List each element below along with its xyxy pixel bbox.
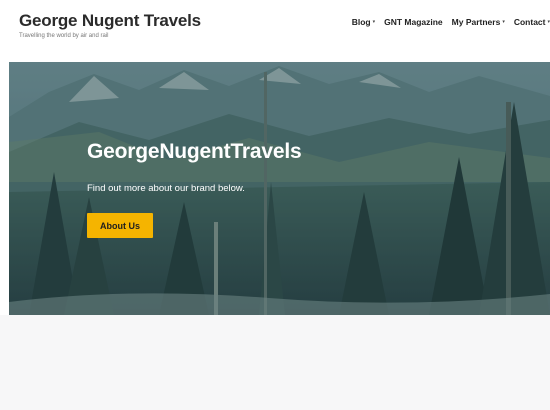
main-nav: Blog ▾ GNT Magazine My Partners ▾ Contac… [352, 17, 550, 27]
hero-subtitle: Find out more about our brand below. [87, 183, 245, 194]
chevron-down-icon: ▾ [502, 19, 505, 25]
content-area [0, 315, 550, 410]
nav-item-label: Contact [513, 17, 546, 27]
nav-item-my-partners[interactable]: My Partners ▾ [452, 17, 505, 27]
site-tagline: Travelling the world by air and rail [19, 33, 109, 39]
nav-item-gnt-magazine[interactable]: GNT Magazine [384, 17, 443, 27]
hero-title: GeorgeNugentTravels [87, 140, 302, 163]
nav-item-label: Blog [351, 17, 371, 27]
site-header: George Nugent Travels Travelling the wor… [0, 0, 550, 62]
nav-item-blog[interactable]: Blog ▾ [352, 17, 375, 27]
chevron-down-icon: ▾ [372, 19, 376, 25]
nav-item-contact[interactable]: Contact ▾ [514, 17, 550, 27]
site-title[interactable]: George Nugent Travels [19, 11, 201, 31]
nav-item-label: GNT Magazine [384, 17, 443, 27]
about-us-button[interactable]: About Us [87, 213, 153, 238]
nav-item-label: My Partners [451, 17, 501, 27]
hero-banner: GeorgeNugentTravels Find out more about … [9, 62, 550, 315]
